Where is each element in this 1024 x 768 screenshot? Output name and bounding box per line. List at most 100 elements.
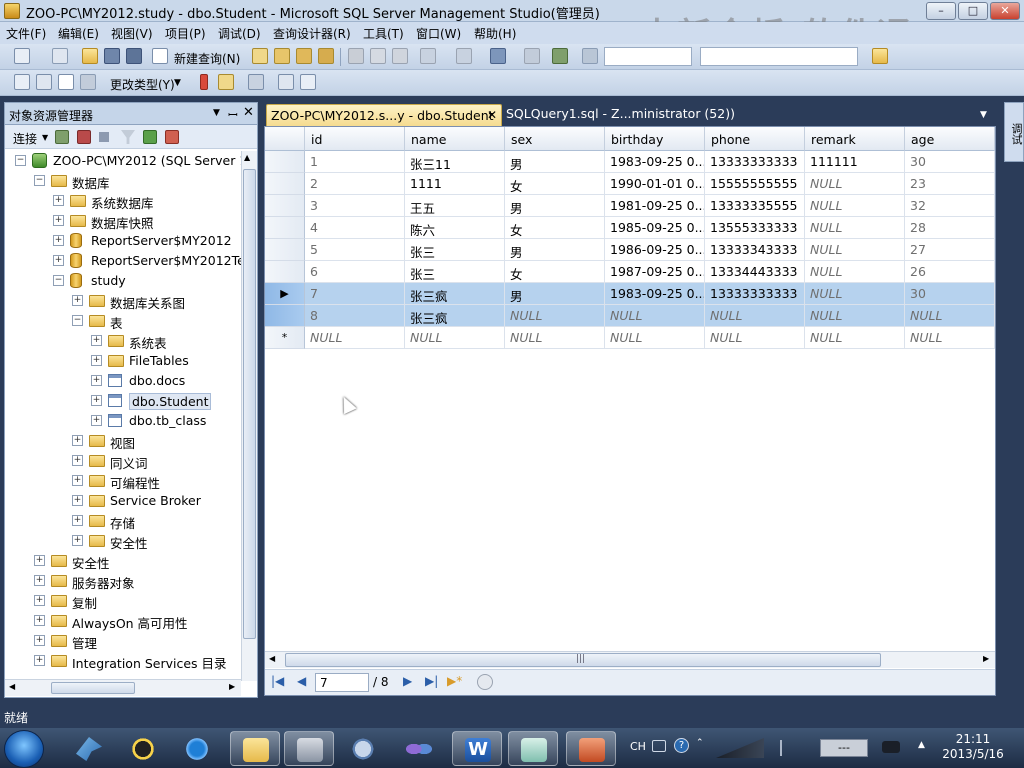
grid-cell[interactable]: 6 <box>305 261 405 283</box>
grid-hscroll[interactable]: ◀ ||| ▶ <box>265 651 995 668</box>
hscroll-thumb[interactable] <box>51 682 135 694</box>
grid-cell[interactable]: 陈六 <box>405 217 505 239</box>
taskbar-app-ie[interactable] <box>172 731 222 766</box>
tree-item[interactable]: + 系统数据库 <box>5 191 241 211</box>
grid-cell[interactable]: NULL <box>505 327 605 349</box>
grid-cell[interactable]: 1 <box>305 151 405 173</box>
tree-item[interactable]: + 复制 <box>5 591 241 611</box>
expand-icon[interactable]: + <box>72 475 83 486</box>
tree-item[interactable]: + dbo.Student <box>5 391 241 411</box>
column-header-remark[interactable]: remark <box>805 127 905 151</box>
results-pane-icon[interactable] <box>80 74 96 90</box>
grid-cell[interactable]: 女 <box>505 217 605 239</box>
tree-item[interactable]: + 服务器对象 <box>5 571 241 591</box>
grid-cell[interactable]: 8 <box>305 305 405 327</box>
find-combo[interactable] <box>700 47 858 66</box>
activity-monitor-icon[interactable] <box>552 48 568 64</box>
right-tool-strip[interactable]: 调试 <box>1004 102 1024 162</box>
scroll-left-icon[interactable]: ◀ <box>269 654 275 663</box>
column-header-sex[interactable]: sex <box>505 127 605 151</box>
options-icon[interactable]: ⌃ <box>696 738 704 748</box>
grid-cell[interactable]: 13333333333 <box>705 151 805 173</box>
group-by-icon[interactable] <box>248 74 264 90</box>
tree-item[interactable]: + ReportServer$MY2012 <box>5 231 241 251</box>
scroll-right-icon[interactable]: ▶ <box>983 654 989 663</box>
row-header[interactable] <box>265 261 305 283</box>
connect-button[interactable]: 连接 <box>13 130 37 147</box>
row-header[interactable] <box>265 217 305 239</box>
close-button[interactable]: ✕ <box>990 2 1020 20</box>
expand-icon[interactable]: + <box>34 635 45 646</box>
expand-icon[interactable]: + <box>91 375 102 386</box>
cut-icon[interactable] <box>348 48 364 64</box>
grid-cell[interactable]: 13333335555 <box>705 195 805 217</box>
expand-icon[interactable]: + <box>53 255 64 266</box>
grid-cell[interactable]: NULL <box>905 305 995 327</box>
current-record-input[interactable]: 7 <box>315 673 369 692</box>
row-header[interactable] <box>265 239 305 261</box>
navigate-forward-icon[interactable] <box>524 48 540 64</box>
menu-query-designer[interactable]: 查询设计器(R) <box>273 25 351 42</box>
collapse-icon[interactable]: − <box>34 175 45 186</box>
grid-cell[interactable]: 王五 <box>405 195 505 217</box>
copy-icon[interactable] <box>370 48 386 64</box>
grid-cell[interactable]: 111111 <box>805 151 905 173</box>
grid-cell[interactable]: 2 <box>305 173 405 195</box>
new-record-icon[interactable]: ▶* <box>447 674 462 688</box>
power-plug-icon[interactable] <box>882 741 900 753</box>
expand-icon[interactable]: + <box>72 295 83 306</box>
close-panel-icon[interactable]: ✕ <box>243 105 254 120</box>
stop-icon[interactable] <box>477 674 493 690</box>
grid-cell[interactable]: 张三 <box>405 261 505 283</box>
expand-icon[interactable]: + <box>72 515 83 526</box>
grid-cell[interactable]: NULL <box>805 217 905 239</box>
taskbar-app-word[interactable]: W <box>452 731 502 766</box>
grid-cell[interactable]: 1981-09-25 0... <box>605 195 705 217</box>
column-header-age[interactable]: age <box>905 127 995 151</box>
connect-icon[interactable] <box>55 130 69 144</box>
tree-item[interactable]: + 管理 <box>5 631 241 651</box>
grid-cell[interactable]: NULL <box>405 327 505 349</box>
start-debug-icon[interactable] <box>582 48 598 64</box>
tree-item[interactable]: + FileTables <box>5 351 241 371</box>
column-header-birthday[interactable]: birthday <box>605 127 705 151</box>
expand-icon[interactable]: + <box>34 555 45 566</box>
tree-item[interactable]: + 可编程性 <box>5 471 241 491</box>
expand-icon[interactable]: + <box>34 595 45 606</box>
taskbar-app-notes[interactable] <box>508 731 558 766</box>
row-header[interactable] <box>265 305 305 327</box>
grid-cell[interactable]: 男 <box>505 151 605 173</box>
solution-config-combo[interactable] <box>604 47 692 66</box>
column-header-id[interactable]: id <box>305 127 405 151</box>
grid-cell[interactable]: 1990-01-01 0... <box>605 173 705 195</box>
menu-edit[interactable]: 编辑(E) <box>58 25 99 42</box>
expand-icon[interactable]: + <box>53 195 64 206</box>
verify-sql-icon[interactable] <box>218 74 234 90</box>
tree-item[interactable]: + 同义词 <box>5 451 241 471</box>
row-header[interactable]: ▶ <box>265 283 305 305</box>
column-header-name[interactable]: name <box>405 127 505 151</box>
help-icon[interactable]: ? <box>674 738 689 753</box>
grid-cell[interactable]: 26 <box>905 261 995 283</box>
save-icon[interactable] <box>104 48 120 64</box>
scroll-left-icon[interactable]: ◀ <box>9 682 15 691</box>
debug-tab-label[interactable]: 调试 <box>1008 123 1024 145</box>
grid-cell[interactable]: NULL <box>605 327 705 349</box>
chevron-down-icon[interactable]: ▼ <box>42 133 48 142</box>
tree-item[interactable]: + dbo.docs <box>5 371 241 391</box>
expand-icon[interactable]: + <box>91 395 102 406</box>
paste-icon[interactable] <box>392 48 408 64</box>
row-header[interactable]: * <box>265 327 305 349</box>
scroll-thumb[interactable] <box>243 169 256 639</box>
taskbar-app-qq[interactable] <box>118 731 168 766</box>
menu-debug[interactable]: 调试(D) <box>218 25 261 42</box>
grid-cell[interactable]: 13333343333 <box>705 239 805 261</box>
tree-item[interactable]: − ZOO-PC\MY2012 (SQL Server 11 <box>5 151 241 171</box>
scroll-up-icon[interactable]: ▲ <box>244 153 250 162</box>
add-item-icon[interactable] <box>52 48 68 64</box>
open-folder-icon[interactable] <box>82 48 98 64</box>
stop-icon[interactable] <box>99 132 109 142</box>
grid-cell[interactable]: NULL <box>305 327 405 349</box>
column-header-phone[interactable]: phone <box>705 127 805 151</box>
grid-cell[interactable]: 1985-09-25 0... <box>605 217 705 239</box>
